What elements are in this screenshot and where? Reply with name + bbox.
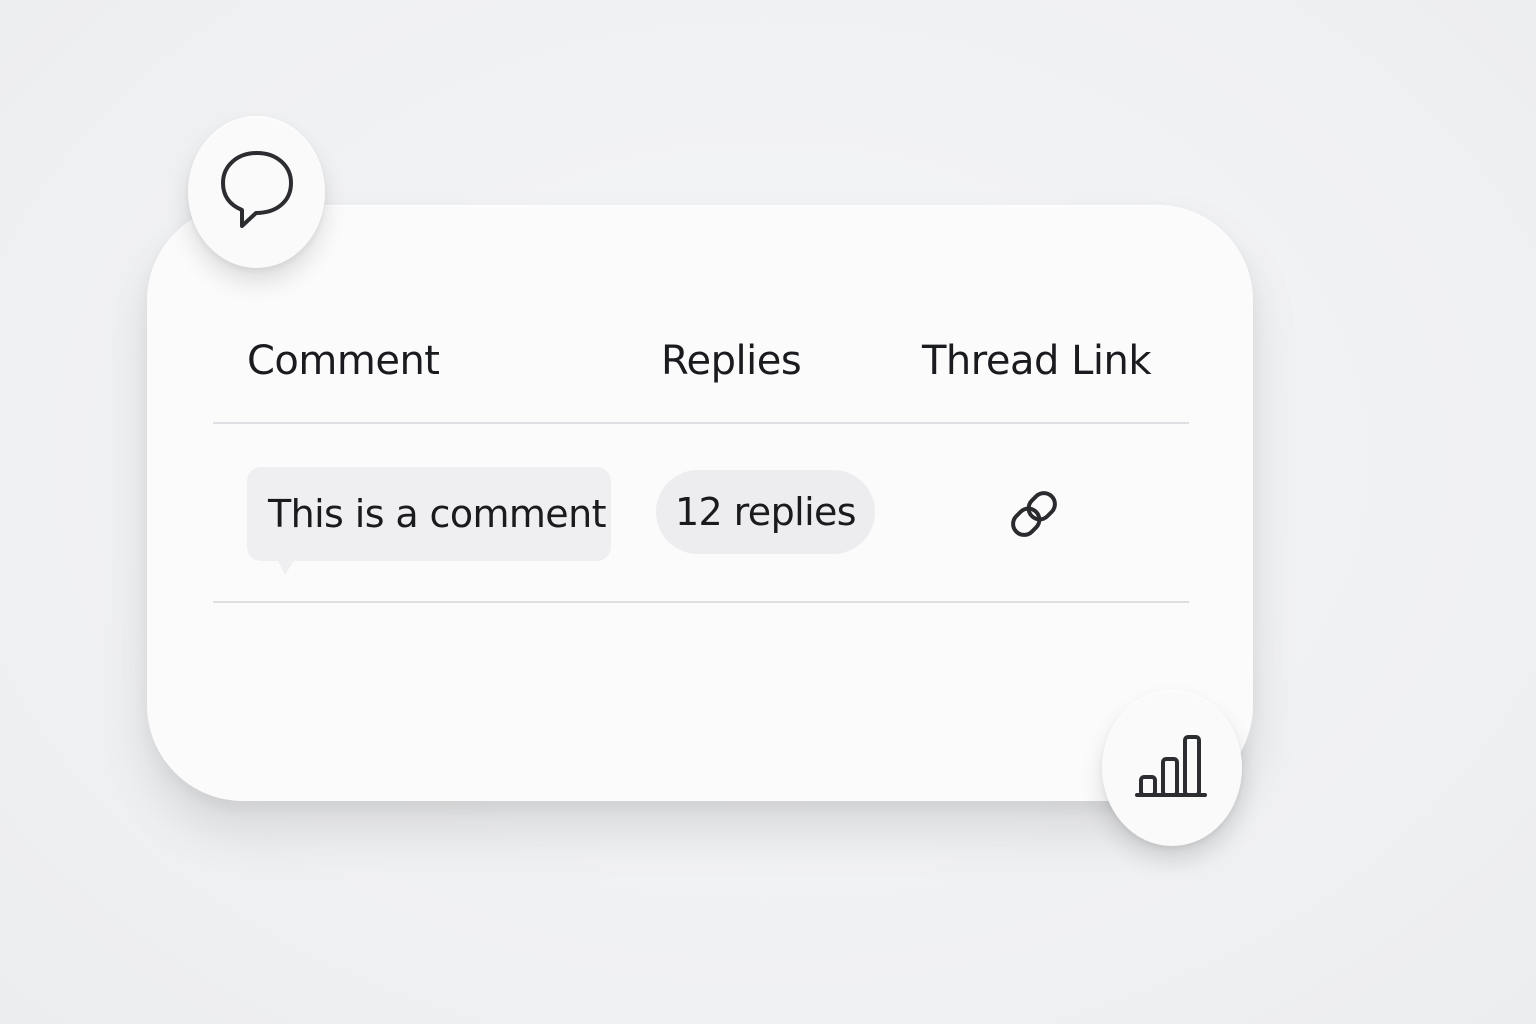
chat-bubble-button[interactable] bbox=[188, 116, 325, 268]
comment-cell[interactable]: This is a comment bbox=[247, 467, 611, 561]
bar-chart-icon bbox=[1135, 731, 1209, 805]
replies-count-pill[interactable]: 12 replies bbox=[656, 470, 875, 554]
row-divider bbox=[213, 601, 1189, 603]
stats-button[interactable] bbox=[1102, 690, 1242, 846]
page-background: Comment Replies Thread Link This is a co… bbox=[0, 0, 1536, 1024]
header-divider bbox=[213, 422, 1189, 424]
column-header-thread-link: Thread Link bbox=[922, 338, 1152, 384]
comments-table-card: Comment Replies Thread Link This is a co… bbox=[147, 205, 1253, 801]
column-header-replies: Replies bbox=[661, 338, 802, 384]
column-header-comment: Comment bbox=[247, 338, 440, 384]
chat-bubble-icon bbox=[215, 145, 299, 239]
link-icon[interactable] bbox=[999, 479, 1069, 549]
comment-bubble-tail bbox=[277, 559, 295, 575]
